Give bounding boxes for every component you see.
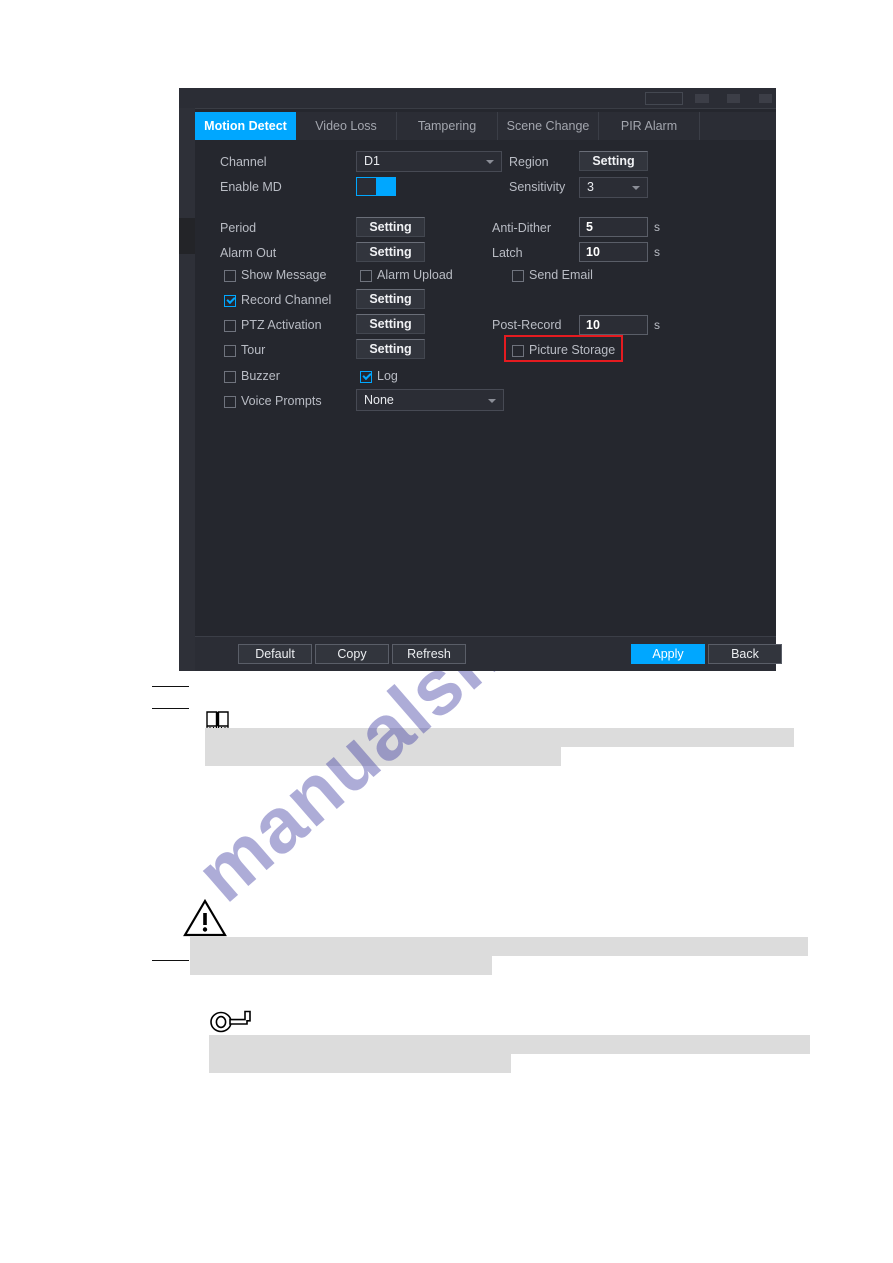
- enable-md-toggle-knob: [376, 178, 395, 195]
- chevron-down-icon: [488, 399, 496, 403]
- ptz-activation-label: PTZ Activation: [241, 318, 322, 332]
- tab-scene-change-label: Scene Change: [506, 119, 590, 133]
- left-nav-strip[interactable]: [179, 108, 195, 671]
- key-text-bar-1: [209, 1035, 810, 1054]
- latch-unit: s: [654, 245, 660, 259]
- dialog-title-bar: [179, 88, 776, 109]
- latch-input[interactable]: 10: [579, 242, 648, 262]
- enable-md-label: Enable MD: [220, 180, 282, 194]
- sensitivity-select-value: 3: [587, 180, 594, 194]
- key-text-bar-2: [209, 1054, 511, 1073]
- tour-setting-button[interactable]: Setting: [356, 339, 425, 359]
- voice-prompts-select-value: None: [364, 393, 394, 407]
- note-rule-bottom: [152, 708, 189, 709]
- voice-prompts-checkbox[interactable]: [224, 396, 236, 408]
- window-maximize-icon[interactable]: [727, 94, 740, 103]
- show-message-checkbox[interactable]: [224, 270, 236, 282]
- buzzer-checkbox[interactable]: [224, 371, 236, 383]
- window-close-icon[interactable]: [759, 94, 772, 103]
- alarm-upload-label: Alarm Upload: [377, 268, 453, 282]
- buzzer-label: Buzzer: [241, 369, 280, 383]
- show-message-label: Show Message: [241, 268, 327, 282]
- sensitivity-select[interactable]: 3: [579, 177, 648, 198]
- tab-motion-detect-label: Motion Detect: [204, 119, 287, 133]
- chevron-down-icon: [486, 160, 494, 164]
- note-text-bar-1: [205, 728, 794, 747]
- copy-button[interactable]: Copy: [315, 644, 389, 664]
- ptz-activation-setting-button[interactable]: Setting: [356, 314, 425, 334]
- note-rule-top: [152, 686, 189, 687]
- ptz-activation-checkbox[interactable]: [224, 320, 236, 332]
- tab-pir-alarm[interactable]: PIR Alarm: [599, 112, 700, 140]
- enable-md-toggle[interactable]: [356, 177, 396, 196]
- key-icon: [209, 1008, 255, 1034]
- anti-dither-label: Anti-Dither: [492, 221, 552, 235]
- picture-storage-checkbox[interactable]: [512, 345, 524, 357]
- anti-dither-unit: s: [654, 220, 660, 234]
- tour-checkbox[interactable]: [224, 345, 236, 357]
- log-checkbox[interactable]: [360, 371, 372, 383]
- tab-video-loss[interactable]: Video Loss: [296, 112, 397, 140]
- tab-bar-filler: [700, 112, 776, 140]
- alarm-out-label: Alarm Out: [220, 246, 277, 260]
- tab-motion-detect[interactable]: Motion Detect: [195, 112, 296, 140]
- period-setting-button[interactable]: Setting: [356, 217, 425, 237]
- post-record-input[interactable]: 10: [579, 315, 648, 335]
- alarm-upload-checkbox[interactable]: [360, 270, 372, 282]
- tab-scene-change[interactable]: Scene Change: [498, 112, 599, 140]
- period-label: Period: [220, 221, 257, 235]
- note-book-icon: [205, 710, 231, 730]
- region-setting-button[interactable]: Setting: [579, 151, 648, 171]
- record-channel-checkbox[interactable]: [224, 295, 236, 307]
- note-text-bar-2: [205, 747, 561, 766]
- send-email-label: Send Email: [529, 268, 593, 282]
- tab-video-loss-label: Video Loss: [315, 119, 377, 133]
- default-button[interactable]: Default: [238, 644, 312, 664]
- dialog-footer: Default Copy Refresh Apply Back: [195, 636, 782, 671]
- send-email-checkbox[interactable]: [512, 270, 524, 282]
- latch-label: Latch: [492, 246, 523, 260]
- post-record-unit: s: [654, 318, 660, 332]
- warning-triangle-icon: [183, 898, 227, 938]
- tab-bar: Motion Detect Video Loss Tampering Scene…: [195, 112, 776, 141]
- voice-prompts-label: Voice Prompts: [241, 394, 322, 408]
- back-button[interactable]: Back: [708, 644, 782, 664]
- region-label: Region: [509, 155, 549, 169]
- record-channel-label: Record Channel: [241, 293, 332, 307]
- record-channel-setting-button[interactable]: Setting: [356, 289, 425, 309]
- warning-text-bar-1: [190, 937, 808, 956]
- motion-detect-dialog: Motion Detect Video Loss Tampering Scene…: [179, 88, 782, 671]
- settings-panel: Channel D1 Region Setting Enable MD Sens…: [195, 140, 776, 637]
- voice-prompts-select[interactable]: None: [356, 389, 504, 411]
- log-label: Log: [377, 369, 398, 383]
- warning-text-bar-2: [190, 956, 492, 975]
- tab-tampering[interactable]: Tampering: [397, 112, 498, 140]
- left-nav-selected-marker: [179, 218, 195, 254]
- tab-pir-alarm-label: PIR Alarm: [620, 119, 678, 133]
- post-record-label: Post-Record: [492, 318, 562, 332]
- chevron-down-icon: [632, 186, 640, 190]
- tour-label: Tour: [241, 343, 266, 357]
- picture-storage-label: Picture Storage: [529, 343, 616, 357]
- window-minimize-icon[interactable]: [695, 94, 709, 103]
- alarm-out-setting-button[interactable]: Setting: [356, 242, 425, 262]
- anti-dither-input[interactable]: 5: [579, 217, 648, 237]
- channel-select-value: D1: [364, 154, 380, 168]
- channel-label: Channel: [220, 155, 267, 169]
- window-search-box[interactable]: [645, 92, 683, 105]
- key-rule-top: [152, 960, 189, 961]
- apply-button[interactable]: Apply: [631, 644, 705, 664]
- tab-tampering-label: Tampering: [417, 119, 477, 133]
- sensitivity-label: Sensitivity: [509, 180, 566, 194]
- channel-select[interactable]: D1: [356, 151, 502, 172]
- refresh-button[interactable]: Refresh: [392, 644, 466, 664]
